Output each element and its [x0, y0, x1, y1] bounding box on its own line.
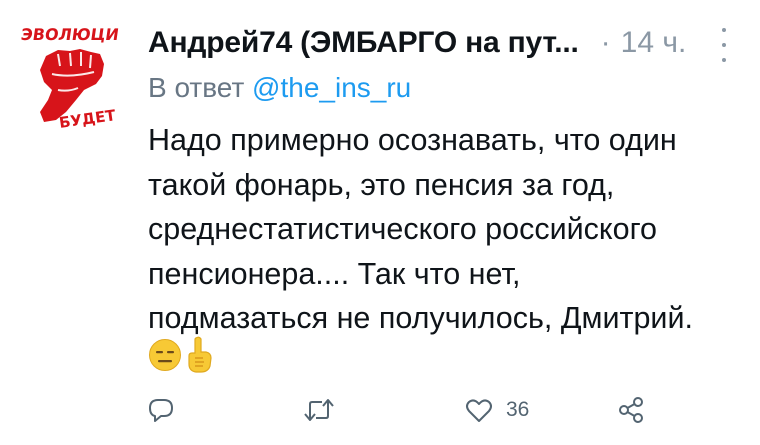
tweet-text-line: пенсионера.... Так что нет, [148, 256, 521, 291]
tweet-text-line: Надо примерно осознавать, что один [148, 123, 677, 157]
timestamp[interactable]: 14 ч. [621, 26, 687, 60]
dot [722, 58, 726, 62]
action-bar: 36 [146, 392, 666, 428]
reply-to-line: В ответ @the_ins_ru [148, 72, 411, 104]
emoji-row [148, 336, 214, 374]
tweet-header: Андрей74 (ЭМБАРГО на пут... · 14 ч. [148, 20, 748, 66]
reply-to-mention[interactable]: @the_ins_ru [252, 72, 411, 103]
raised-fist-poster-icon: ЭВОЛЮЦИ БУДЕТ [20, 25, 120, 132]
vertical-dots-icon[interactable] [714, 28, 734, 62]
heart-icon [466, 399, 492, 422]
like-count: 36 [506, 398, 530, 421]
tweet-text-line: подмазаться не получилось, Дмитрий. [148, 301, 693, 335]
reply-button[interactable] [146, 392, 188, 428]
share-icon [619, 397, 643, 423]
tweet[interactable]: ЭВОЛЮЦИ БУДЕТ Андрей74 (ЭМБАРГО на пут..… [0, 0, 760, 445]
pointing-up-hand-icon [188, 336, 212, 373]
avatar-text-top: ЭВОЛЮЦИ [20, 25, 120, 44]
retweet-button[interactable] [302, 392, 348, 428]
dot [722, 28, 726, 32]
like-button[interactable]: 36 [464, 392, 529, 428]
tweet-text-line: такой фонарь, это пенсия за год, [148, 167, 615, 202]
tweet-text: Надо примерно осознавать, что один такой… [148, 118, 748, 341]
share-button[interactable] [616, 392, 658, 428]
separator-dot: · [600, 26, 611, 59]
reply-icon [149, 399, 173, 422]
avatar[interactable]: ЭВОЛЮЦИ БУДЕТ [18, 20, 128, 132]
author-display-name[interactable]: Андрей74 (ЭМБАРГО на пут... [148, 26, 579, 60]
tweet-text-line: среднестатистического российского [148, 212, 657, 246]
retweet-icon [304, 399, 334, 421]
dot [722, 43, 726, 47]
reply-to-prefix: В ответ [148, 72, 245, 103]
expressionless-face-icon [149, 339, 181, 371]
